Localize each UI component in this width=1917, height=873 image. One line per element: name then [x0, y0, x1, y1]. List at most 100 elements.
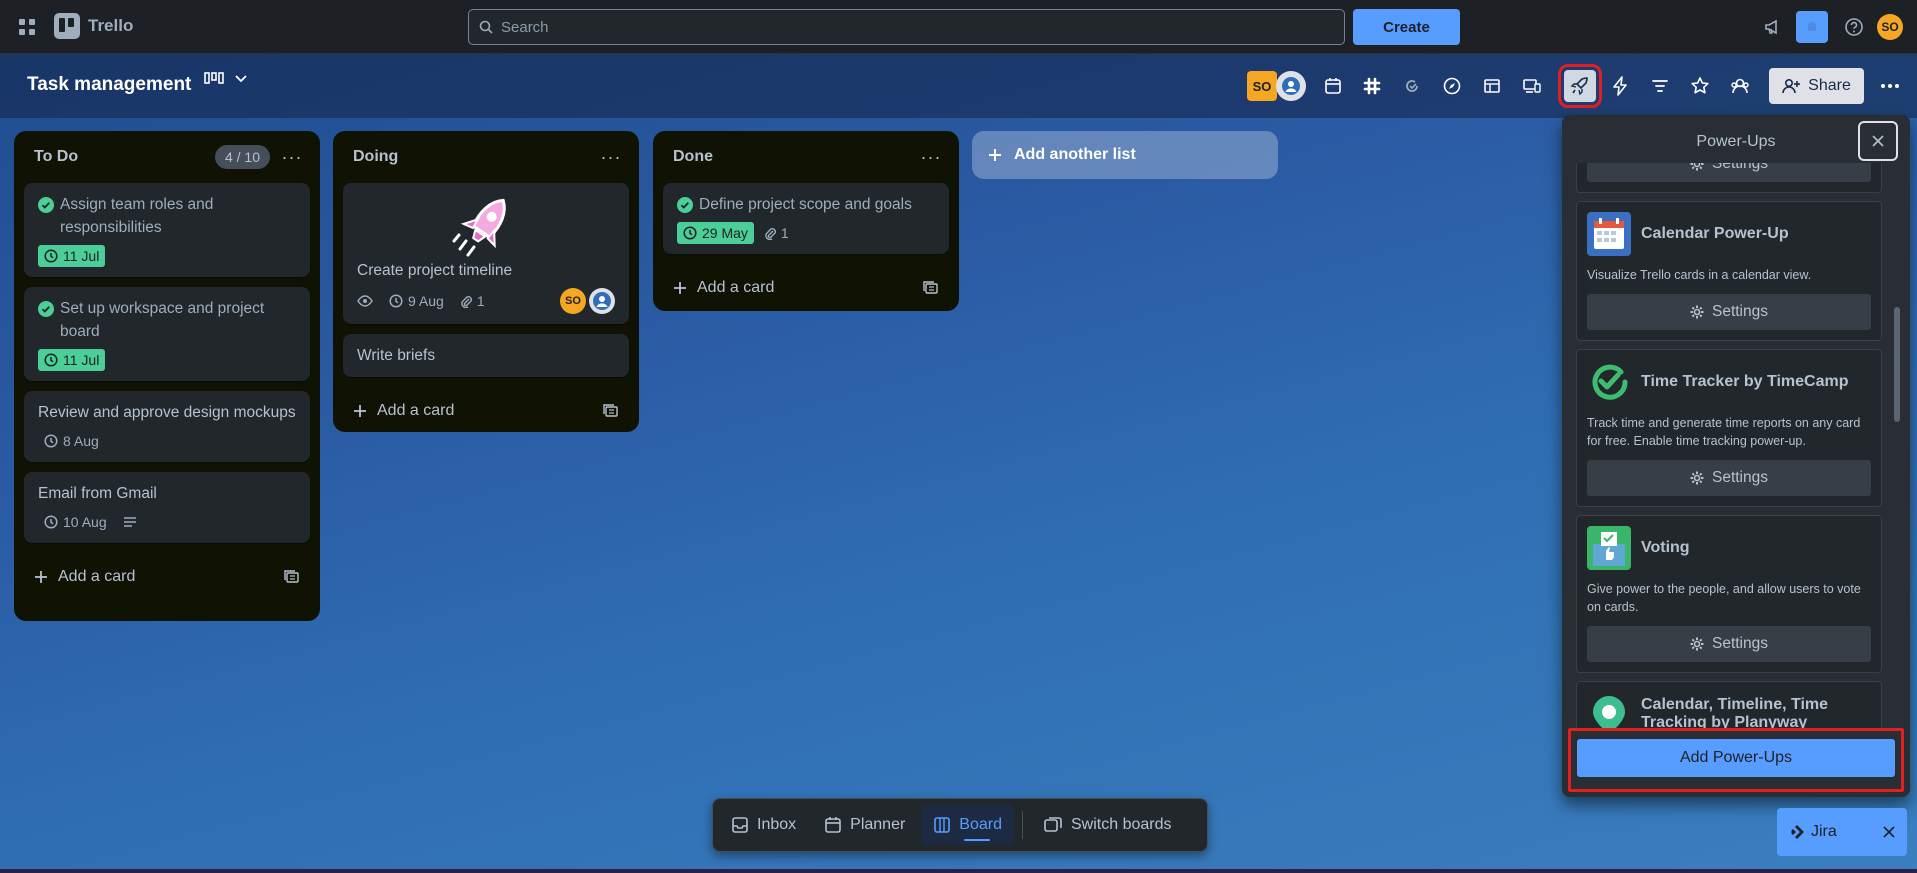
add-card-button[interactable]: Add a card — [343, 387, 629, 435]
sync-icon[interactable] — [1396, 70, 1428, 102]
list-menu-icon[interactable]: ··· — [919, 147, 943, 168]
board-view-icon — [204, 72, 224, 84]
plus-icon — [35, 571, 47, 583]
add-another-list-button[interactable]: Add another list — [972, 131, 1278, 179]
power-up-name: Calendar, Timeline, Time Tracking by Pla… — [1641, 696, 1829, 731]
help-icon[interactable] — [1840, 13, 1868, 41]
card-member-user-icon[interactable] — [589, 288, 615, 314]
add-card-button[interactable]: Add a card — [663, 264, 949, 312]
share-button[interactable]: Share — [1769, 68, 1864, 104]
list-done: Done ··· Define project scope and goals … — [653, 131, 959, 311]
devices-icon[interactable] — [1516, 70, 1548, 102]
card-template-icon[interactable] — [603, 404, 619, 418]
clock-icon — [389, 294, 403, 308]
nav-switch-boards[interactable]: Switch boards — [1031, 805, 1184, 845]
close-panel-button[interactable] — [1858, 121, 1898, 161]
nav-planner-label: Planner — [850, 816, 906, 833]
card-assign-team-roles[interactable]: Assign team roles and responsibilities 1… — [24, 183, 310, 277]
settings-button[interactable]: Settings — [1587, 460, 1871, 496]
app-switcher-icon[interactable] — [14, 14, 40, 40]
power-up-description: Track time and generate time reports on … — [1587, 416, 1861, 448]
add-card-button[interactable]: Add a card — [24, 553, 310, 601]
notifications-icon[interactable] — [1796, 11, 1828, 43]
list-title[interactable]: Done — [673, 148, 713, 166]
card-review-design-mockups[interactable]: Review and approve design mockups 8 Aug — [24, 391, 310, 462]
nav-planner[interactable]: Planner — [812, 805, 917, 845]
more-menu-icon[interactable] — [1874, 70, 1906, 102]
list-menu-icon[interactable]: ··· — [599, 147, 623, 168]
gear-icon — [1690, 471, 1704, 485]
member-avatar[interactable]: SO — [1247, 71, 1277, 101]
card-write-briefs[interactable]: Write briefs — [343, 334, 629, 377]
user-avatar[interactable]: SO — [1877, 14, 1903, 40]
card-template-icon[interactable] — [284, 570, 300, 584]
card-member-avatar[interactable]: SO — [560, 288, 586, 314]
clock-icon — [44, 434, 58, 448]
power-ups-rocket-icon[interactable] — [1558, 64, 1602, 108]
card-template-icon[interactable] — [923, 281, 939, 295]
list-menu-icon[interactable]: ··· — [280, 147, 304, 168]
list-title[interactable]: Doing — [353, 148, 398, 166]
card-create-project-timeline[interactable]: Create project timeline 9 Aug 1 SO — [343, 183, 629, 324]
settings-button[interactable]: Settings — [1587, 294, 1871, 330]
due-date-badge[interactable]: 8 Aug — [38, 430, 105, 452]
due-date-badge[interactable]: 10 Aug — [38, 511, 113, 533]
due-date-text: 29 May — [702, 225, 748, 241]
board-title[interactable]: Task management — [27, 74, 191, 96]
scrollbar-thumb[interactable] — [1894, 307, 1900, 422]
gear-icon — [1690, 305, 1704, 319]
bottom-nav: Inbox Planner Board Switch boards — [712, 798, 1208, 852]
board-view-switcher[interactable] — [204, 72, 248, 86]
add-power-ups-button[interactable]: Add Power-Ups — [1577, 739, 1895, 777]
switch-boards-icon — [1044, 817, 1062, 832]
settings-label: Settings — [1711, 635, 1768, 652]
list-header: To Do 4 / 10 ··· — [24, 131, 310, 183]
automation-bolt-icon[interactable] — [1604, 70, 1636, 102]
close-icon[interactable] — [1883, 826, 1895, 838]
nav-board-label: Board — [959, 816, 1002, 833]
card-set-up-workspace[interactable]: Set up workspace and project board 11 Ju… — [24, 287, 310, 381]
list-title[interactable]: To Do — [34, 148, 78, 166]
star-icon[interactable] — [1684, 70, 1716, 102]
card-title: Define project scope and goals — [699, 196, 912, 213]
table-view-icon[interactable] — [1476, 70, 1508, 102]
filter-icon[interactable] — [1644, 70, 1676, 102]
jira-icon — [1791, 825, 1804, 839]
nav-inbox[interactable]: Inbox — [719, 805, 808, 845]
gear-icon — [1690, 637, 1704, 651]
settings-button[interactable]: Settings — [1587, 626, 1871, 662]
due-date-text: 8 Aug — [63, 433, 99, 449]
due-date-badge[interactable]: 9 Aug — [389, 293, 444, 309]
attachments-badge: 1 — [764, 225, 789, 241]
due-date-badge[interactable]: 29 May — [677, 222, 754, 244]
nav-board[interactable]: Board — [921, 805, 1014, 845]
top-nav: Trello Create SO — [0, 0, 1917, 54]
due-date-badge[interactable]: 11 Jul — [38, 349, 106, 371]
plus-icon — [989, 149, 1001, 161]
jira-label: Jira — [1811, 823, 1837, 840]
nav-inbox-label: Inbox — [757, 816, 797, 833]
jira-chip[interactable]: Jira — [1777, 808, 1907, 856]
announcements-icon[interactable] — [1759, 13, 1787, 41]
due-date-badge[interactable]: 11 Jul — [38, 245, 106, 267]
member-avatar-user-icon[interactable] — [1276, 71, 1306, 101]
check-complete-icon[interactable] — [38, 197, 54, 213]
trello-logo[interactable]: Trello — [54, 13, 133, 39]
power-up-description: Visualize Trello cards in a calendar vie… — [1587, 268, 1812, 282]
slack-icon[interactable] — [1356, 70, 1388, 102]
add-list-label: Add another list — [1014, 146, 1136, 163]
settings-label: Settings — [1711, 469, 1768, 486]
workspace-visibility-icon[interactable] — [1724, 70, 1756, 102]
create-button[interactable]: Create — [1353, 9, 1460, 45]
card-define-project-scope[interactable]: Define project scope and goals 29 May 1 — [663, 183, 949, 254]
power-ups-scrollbar[interactable] — [1894, 167, 1900, 727]
card-email-from-gmail[interactable]: Email from Gmail 10 Aug — [24, 472, 310, 543]
settings-button[interactable]: Settings — [1587, 163, 1871, 182]
check-complete-icon[interactable] — [38, 301, 54, 317]
search-input[interactable] — [501, 18, 1321, 36]
compass-icon[interactable] — [1436, 70, 1468, 102]
search-box[interactable] — [468, 9, 1345, 45]
calendar-icon[interactable] — [1317, 70, 1349, 102]
clock-icon — [44, 515, 58, 529]
check-complete-icon[interactable] — [677, 197, 693, 213]
